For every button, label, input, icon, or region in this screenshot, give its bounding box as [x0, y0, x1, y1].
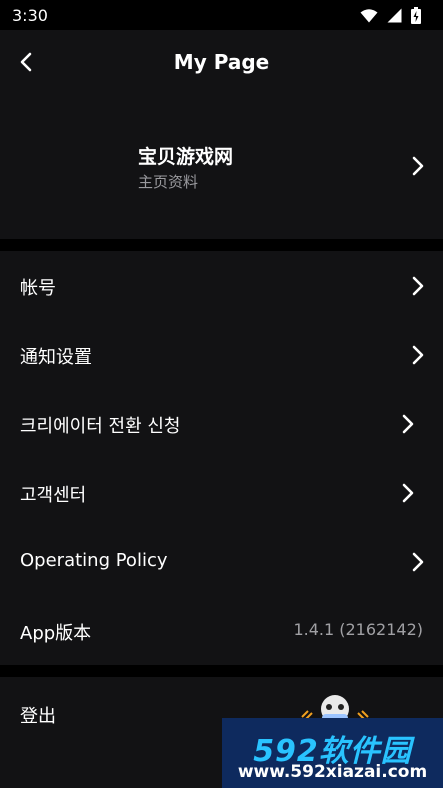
chevron-right-icon [402, 414, 414, 434]
status-bar: 3:30 [0, 0, 443, 30]
page-title: My Page [173, 50, 270, 74]
menu-item-label: 通知设置 [20, 347, 92, 368]
chevron-right-icon [402, 483, 414, 503]
wifi-icon [360, 8, 378, 22]
menu-item-creator-request[interactable]: 크리에이터 전환 신청 [0, 389, 443, 458]
signal-icon [387, 8, 402, 22]
menu-item-label: App版本 [20, 623, 92, 644]
profile-card[interactable]: 宝贝游戏网 主页资料 [0, 94, 443, 239]
status-icons [360, 6, 421, 24]
menu-item-customer-center[interactable]: 고객센터 [0, 458, 443, 527]
chevron-right-icon [412, 276, 424, 296]
menu-item-label: 帐号 [20, 278, 56, 299]
profile-subtitle: 主页资料 [138, 173, 199, 191]
logout-button[interactable]: 登出 [20, 702, 56, 728]
menu-item-app-version: App版本 1.4.1 (2162142) [0, 596, 443, 665]
app-header: My Page [0, 30, 443, 94]
watermark-banner: 592软件园 www.592xiazai.com [222, 718, 443, 788]
chevron-right-icon [412, 552, 424, 572]
profile-name: 宝贝游戏网 [138, 146, 234, 168]
battery-icon [411, 6, 421, 24]
menu-item-label: 크리에이터 전환 신청 [20, 416, 181, 437]
menu-item-label: Operating Policy [20, 550, 168, 571]
menu-item-operating-policy[interactable]: Operating Policy [0, 527, 443, 596]
chevron-right-icon [412, 345, 424, 365]
menu-item-account[interactable]: 帐号 [0, 251, 443, 320]
settings-menu: 帐号 通知设置 크리에이터 전환 신청 고객센터 Operating Polic… [0, 251, 443, 665]
watermark-url: www.592xiazai.com [237, 762, 428, 782]
status-time: 3:30 [12, 6, 48, 25]
chevron-right-icon [412, 156, 424, 176]
app-version-value: 1.4.1 (2162142) [293, 620, 423, 639]
menu-item-label: 고객센터 [20, 485, 87, 506]
menu-item-notification-settings[interactable]: 通知设置 [0, 320, 443, 389]
